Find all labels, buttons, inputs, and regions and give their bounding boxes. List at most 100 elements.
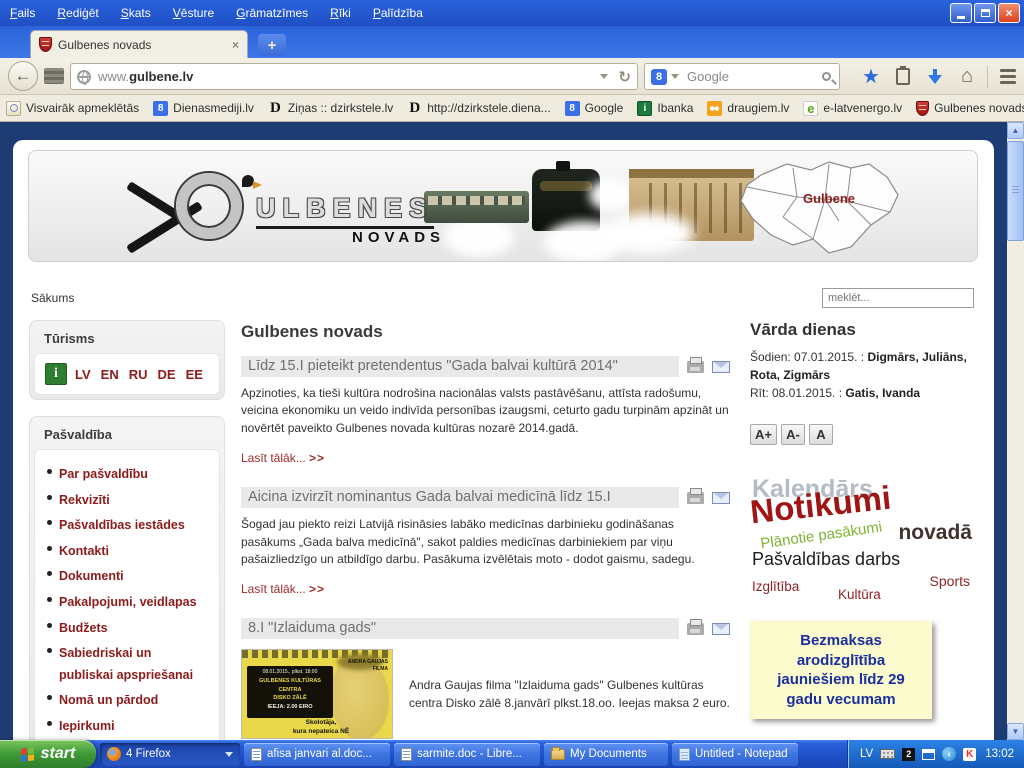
tab-close-icon[interactable]: × [232, 38, 239, 52]
nav-item[interactable]: Par pašvaldību [45, 463, 209, 485]
font-reset-button[interactable]: A [809, 424, 833, 445]
bookmarks-menu-icon[interactable] [896, 68, 910, 85]
hide-icons-chevron-icon[interactable]: ‹ [942, 747, 956, 761]
scroll-down-icon[interactable]: ▼ [1007, 723, 1024, 740]
tab-gulbenes-novads[interactable]: Gulbenes novads × [30, 30, 248, 58]
toolbar-separator [987, 66, 988, 88]
nav-item[interactable]: Nomā un pārdod [45, 689, 209, 711]
bookmarks-toolbar: Visvairāk apmeklētās 8 Dienasmediji.lv D… [0, 95, 1024, 122]
right-sidebar: Vārda dienas Šodien: 07.01.2015. : Digmā… [750, 320, 978, 740]
lang-link-lv[interactable]: LV [75, 367, 91, 382]
url-dropdown-icon[interactable] [600, 74, 608, 79]
restore-button[interactable] [974, 3, 996, 23]
nav-item[interactable]: Sabiedriskai un publiskai apspriešanai [45, 642, 209, 685]
print-icon[interactable] [687, 492, 704, 504]
taskbar-button-afisa-doc[interactable]: afisa janvari al.doc... [244, 743, 390, 766]
new-tab-button[interactable]: + [258, 34, 286, 56]
print-icon[interactable] [687, 361, 704, 373]
nav-item[interactable]: Budžets [45, 617, 209, 639]
article-1-title[interactable]: Līdz 15.I pieteikt pretendentus "Gada ba… [241, 356, 679, 377]
taskbar-button-my-documents[interactable]: My Documents [544, 743, 668, 766]
lang-link-ee[interactable]: EE [186, 367, 203, 382]
lang-link-en[interactable]: EN [101, 367, 119, 382]
group-caret-icon[interactable] [225, 752, 233, 757]
nav-item[interactable]: Pašvaldības iestādes [45, 514, 209, 536]
cloud-sports[interactable]: Sports [930, 573, 970, 589]
taskbar-button-sarmite-doc[interactable]: sarmite.doc - Libre... [394, 743, 540, 766]
taskbar-button-notepad[interactable]: Untitled - Notepad [672, 743, 798, 766]
bookmark-gulbenes-novads[interactable]: Gulbenes novads [916, 101, 1024, 116]
breadcrumb[interactable]: Sākums [31, 291, 74, 305]
bookmark-zinas-dzirkstele[interactable]: D Ziņas :: dzirkstele.lv [268, 101, 393, 116]
search-bar[interactable]: 8 Google [644, 63, 840, 90]
reload-button[interactable]: ↻ [618, 68, 631, 86]
nav-item[interactable]: Kontakti [45, 540, 209, 562]
lang-link-de[interactable]: DE [158, 367, 176, 382]
read-more-link[interactable]: Lasīt tālāk... >> [241, 582, 325, 596]
menu-fails[interactable]: Fails [10, 6, 35, 20]
lang-link-ru[interactable]: RU [129, 367, 148, 382]
vertical-scrollbar[interactable]: ▲ ▼ [1007, 122, 1024, 740]
article-2-title[interactable]: Aicina izvirzīt nominantus Gada balvai m… [241, 487, 679, 508]
film-poster-image[interactable]: ANDRA GAUJAS FILMA 08.01.2015., plkst. 1… [241, 649, 393, 739]
close-button[interactable]: × [998, 3, 1020, 23]
namedays-text: Šodien: 07.01.2015. : Digmārs, Juliāns, … [750, 348, 978, 402]
cloud-kultura[interactable]: Kultūra [838, 587, 881, 602]
email-icon[interactable] [712, 361, 730, 373]
bookmark-dzirkstele-diena[interactable]: D http://dzirkstele.diena... [407, 101, 550, 116]
tray-badge-icon[interactable]: 2 [902, 748, 915, 761]
menu-palidziba[interactable]: Palīdzība [373, 6, 423, 20]
menu-vesture[interactable]: Vēsture [173, 6, 214, 20]
google-search-engine-icon[interactable]: 8 [651, 69, 667, 85]
bookmark-most-visited[interactable]: Visvairāk apmeklētās [6, 101, 139, 116]
scrollbar-thumb[interactable] [1007, 141, 1024, 241]
search-icon[interactable] [822, 72, 831, 81]
menu-rediget[interactable]: Rediģēt [57, 6, 98, 20]
bookmark-e-latvenergo[interactable]: e e-latvenergo.lv [803, 101, 902, 116]
article-3: 8.I "Izlaiduma gads" ANDRA GAUJAS FILMA … [241, 618, 730, 739]
site-identity-icon[interactable] [44, 68, 64, 84]
toolbar-buttons: ★ ⌂ [855, 58, 1024, 95]
url-bar[interactable]: www. gulbene.lv ↻ [70, 63, 638, 90]
site-header-banner: ULBENES NOVADS [28, 150, 978, 262]
bookmark-star-icon[interactable]: ★ [862, 64, 880, 89]
bookmark-google[interactable]: 8 Google [565, 101, 624, 116]
bookmark-dienasmediji[interactable]: 8 Dienasmediji.lv [153, 101, 254, 116]
cloud-izglitiba[interactable]: Izglītība [752, 579, 799, 594]
bookmark-ibanka[interactable]: i Ibanka [637, 101, 693, 116]
antivirus-icon[interactable]: K [963, 748, 976, 761]
home-icon[interactable]: ⌂ [961, 65, 973, 88]
back-button[interactable]: ← [8, 61, 38, 91]
browser-viewport: ULBENES NOVADS [0, 122, 1024, 740]
nav-item[interactable]: Dokumenti [45, 565, 209, 587]
scroll-up-icon[interactable]: ▲ [1007, 122, 1024, 139]
menu-hamburger-icon[interactable] [1000, 69, 1016, 84]
menu-skats[interactable]: Skats [121, 6, 151, 20]
menu-riki[interactable]: Rīki [330, 6, 351, 20]
bookmark-draugiem[interactable]: draugiem.lv [707, 101, 789, 116]
search-engine-dropdown-icon[interactable] [671, 74, 679, 79]
read-more-link[interactable]: Lasīt tālāk... >> [241, 451, 325, 465]
nav-item[interactable]: Pakalpojumi, veidlapas [45, 591, 209, 613]
font-decrease-button[interactable]: A- [781, 424, 805, 445]
nav-item[interactable]: Rekvizīti [45, 489, 209, 511]
language-indicator[interactable]: LV [860, 748, 873, 760]
email-icon[interactable] [712, 492, 730, 504]
downloads-icon[interactable] [928, 69, 942, 85]
article-3-title[interactable]: 8.I "Izlaiduma gads" [241, 618, 679, 639]
cloud-pasvaldibas-darbs[interactable]: Pašvaldības darbs [752, 549, 900, 570]
free-education-banner[interactable]: Bezmaksas arodizglītība jauniešiem līdz … [750, 621, 932, 719]
site-search-input[interactable] [822, 288, 974, 308]
font-increase-button[interactable]: A+ [750, 424, 777, 445]
taskbar-button-firefox[interactable]: 4 Firefox [100, 743, 240, 766]
menu-gramatzimes[interactable]: Grāmatzīmes [236, 6, 308, 20]
start-button[interactable]: start [0, 740, 96, 768]
folder-icon [551, 749, 565, 760]
cloud-novada[interactable]: novadā [898, 521, 972, 545]
display-settings-icon[interactable] [922, 749, 935, 760]
email-icon[interactable] [712, 623, 730, 635]
keyboard-icon[interactable] [880, 749, 895, 759]
minimize-button[interactable] [950, 3, 972, 23]
nav-item[interactable]: Iepirkumi [45, 715, 209, 737]
print-icon[interactable] [687, 623, 704, 635]
